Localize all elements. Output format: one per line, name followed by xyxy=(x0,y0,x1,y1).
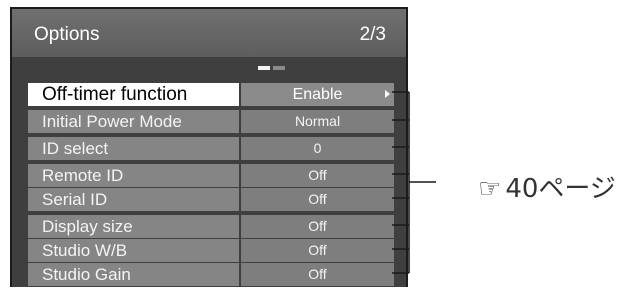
menu-item-label: Studio W/B xyxy=(28,239,239,262)
menu-item-value[interactable]: Off xyxy=(241,188,394,211)
menu-item-label: Studio Gain xyxy=(28,263,239,286)
menu-item-label: Initial Power Mode xyxy=(28,110,239,133)
menu-item-value[interactable]: Off xyxy=(241,263,394,286)
menu-item-value[interactable]: Off xyxy=(241,164,394,187)
page-dot xyxy=(273,66,285,70)
value-text: Enable xyxy=(292,86,343,103)
menu-item-value[interactable]: Off xyxy=(241,215,394,238)
menu-item-label: Serial ID xyxy=(28,188,239,211)
menu-item-display-size[interactable]: Display size Off xyxy=(28,215,394,238)
pointing-hand-icon: ☞ xyxy=(478,174,502,204)
menu-title: Options xyxy=(34,24,100,45)
menu-item-label: ID select xyxy=(28,137,239,160)
reference-text: 40ページ xyxy=(505,174,616,204)
menu-item-off-timer-function[interactable]: Off-timer function Enable xyxy=(28,83,394,106)
menu-item-value[interactable]: Normal xyxy=(241,110,394,133)
menu-item-studio-gain[interactable]: Studio Gain Off xyxy=(28,263,394,286)
page-reference: ☞ 40ページ xyxy=(478,168,616,205)
menu-item-value[interactable]: Enable xyxy=(241,83,394,106)
arrow-right-icon xyxy=(385,90,390,98)
page-indicator: 2/3 xyxy=(359,24,386,45)
page-dots xyxy=(258,66,285,70)
menu-item-id-select[interactable]: ID select 0 xyxy=(28,137,394,160)
menu-item-label: Display size xyxy=(28,215,239,238)
menu-item-remote-id[interactable]: Remote ID Off xyxy=(28,164,394,187)
menu-item-value[interactable]: Off xyxy=(241,239,394,262)
menu-item-serial-id[interactable]: Serial ID Off xyxy=(28,188,394,211)
menu-item-studio-wb[interactable]: Studio W/B Off xyxy=(28,239,394,262)
options-menu: Options 2/3 Off-timer function Enable In… xyxy=(10,7,408,287)
menu-item-label: Remote ID xyxy=(28,164,239,187)
page-dot-active xyxy=(258,66,270,70)
menu-item-initial-power-mode[interactable]: Initial Power Mode Normal xyxy=(28,110,394,133)
menu-item-value[interactable]: 0 xyxy=(241,137,394,160)
menu-header: Options 2/3 xyxy=(12,9,406,57)
menu-item-label: Off-timer function xyxy=(28,83,239,106)
